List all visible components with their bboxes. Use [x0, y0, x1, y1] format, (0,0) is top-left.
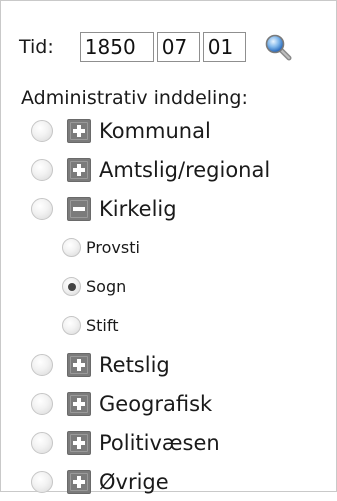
division-sublabel[interactable]: Stift	[86, 316, 119, 335]
division-item-kirkelig: Kirkelig	[1, 189, 336, 228]
division-tree: Kommunal Amtslig/regional Kirkelig Provs…	[1, 111, 336, 501]
radio-provsti[interactable]	[62, 238, 81, 257]
radio-kommunal[interactable]	[31, 119, 53, 142]
division-item-kommunal: Kommunal	[1, 111, 336, 150]
radio-stift[interactable]	[62, 316, 81, 335]
division-sublabel[interactable]: Sogn	[86, 277, 126, 296]
division-label[interactable]: Geografisk	[99, 392, 212, 416]
administrative-division-panel: Tid: Administrativ inddeling:	[0, 0, 337, 494]
time-label: Tid:	[19, 36, 54, 58]
expand-icon[interactable]	[67, 430, 91, 455]
radio-sogn[interactable]	[62, 277, 81, 296]
division-label[interactable]: Øvrige	[99, 470, 169, 494]
radio-amtslig[interactable]	[31, 158, 53, 181]
time-row: Tid:	[19, 29, 293, 65]
division-label[interactable]: Kommunal	[99, 119, 211, 143]
radio-geografisk[interactable]	[31, 392, 53, 415]
division-item-ovrige: Øvrige	[1, 462, 336, 501]
expand-icon[interactable]	[67, 469, 91, 494]
expand-icon[interactable]	[67, 352, 91, 377]
division-label[interactable]: Politivæsen	[99, 431, 220, 455]
radio-kirkelig[interactable]	[31, 197, 53, 220]
administrative-division-heading: Administrativ inddeling:	[21, 87, 248, 109]
collapse-icon[interactable]	[67, 196, 91, 221]
search-button[interactable]	[263, 32, 293, 62]
division-label[interactable]: Kirkelig	[99, 197, 177, 221]
expand-icon[interactable]	[67, 391, 91, 416]
division-label[interactable]: Retslig	[99, 353, 170, 377]
radio-ovrige[interactable]	[31, 470, 53, 493]
division-subitem-sogn: Sogn	[1, 267, 336, 306]
division-subitem-provsti: Provsti	[1, 228, 336, 267]
month-field[interactable]	[156, 32, 200, 62]
radio-politivaesen[interactable]	[31, 431, 53, 454]
division-item-politivaesen: Politivæsen	[1, 423, 336, 462]
expand-icon[interactable]	[67, 157, 91, 182]
division-sublabel[interactable]: Provsti	[86, 238, 140, 257]
division-item-geografisk: Geografisk	[1, 384, 336, 423]
division-subitem-stift: Stift	[1, 306, 336, 345]
division-item-amtslig: Amtslig/regional	[1, 150, 336, 189]
expand-icon[interactable]	[67, 118, 91, 143]
magnifier-icon	[265, 34, 292, 61]
division-label[interactable]: Amtslig/regional	[99, 158, 270, 182]
day-field[interactable]	[202, 32, 246, 62]
year-field[interactable]	[79, 32, 154, 62]
division-item-retslig: Retslig	[1, 345, 336, 384]
radio-retslig[interactable]	[31, 353, 53, 376]
